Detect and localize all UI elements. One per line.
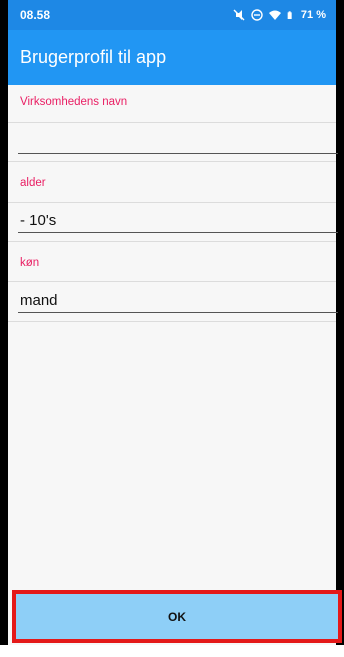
divider bbox=[8, 202, 336, 203]
app-bar: Brugerprofil til app bbox=[8, 30, 336, 85]
divider bbox=[8, 281, 336, 282]
ok-button[interactable]: OK bbox=[16, 594, 338, 639]
company-name-input[interactable] bbox=[18, 130, 338, 154]
ok-button-highlight: OK bbox=[12, 590, 342, 643]
battery-level: 71 % bbox=[300, 9, 326, 21]
divider bbox=[8, 241, 336, 242]
age-label: alder bbox=[20, 177, 46, 189]
do-not-disturb-icon bbox=[251, 9, 263, 21]
bottom-strip bbox=[0, 645, 344, 657]
divider bbox=[8, 321, 336, 322]
divider bbox=[8, 161, 336, 162]
battery-icon bbox=[287, 11, 292, 19]
form-content: Virksomhedens navn alder køn bbox=[8, 85, 338, 590]
company-name-label: Virksomhedens navn bbox=[20, 96, 128, 108]
status-bar: 08.58 71 % bbox=[8, 0, 336, 30]
status-time: 08.58 bbox=[20, 8, 51, 22]
mute-icon bbox=[233, 9, 245, 21]
gender-label: køn bbox=[20, 257, 40, 269]
divider bbox=[8, 122, 336, 123]
wifi-icon bbox=[268, 10, 281, 20]
status-icons: 71 % bbox=[233, 9, 326, 21]
page-title: Brugerprofil til app bbox=[20, 47, 167, 67]
gender-input[interactable] bbox=[18, 289, 338, 313]
age-input[interactable] bbox=[18, 209, 338, 233]
